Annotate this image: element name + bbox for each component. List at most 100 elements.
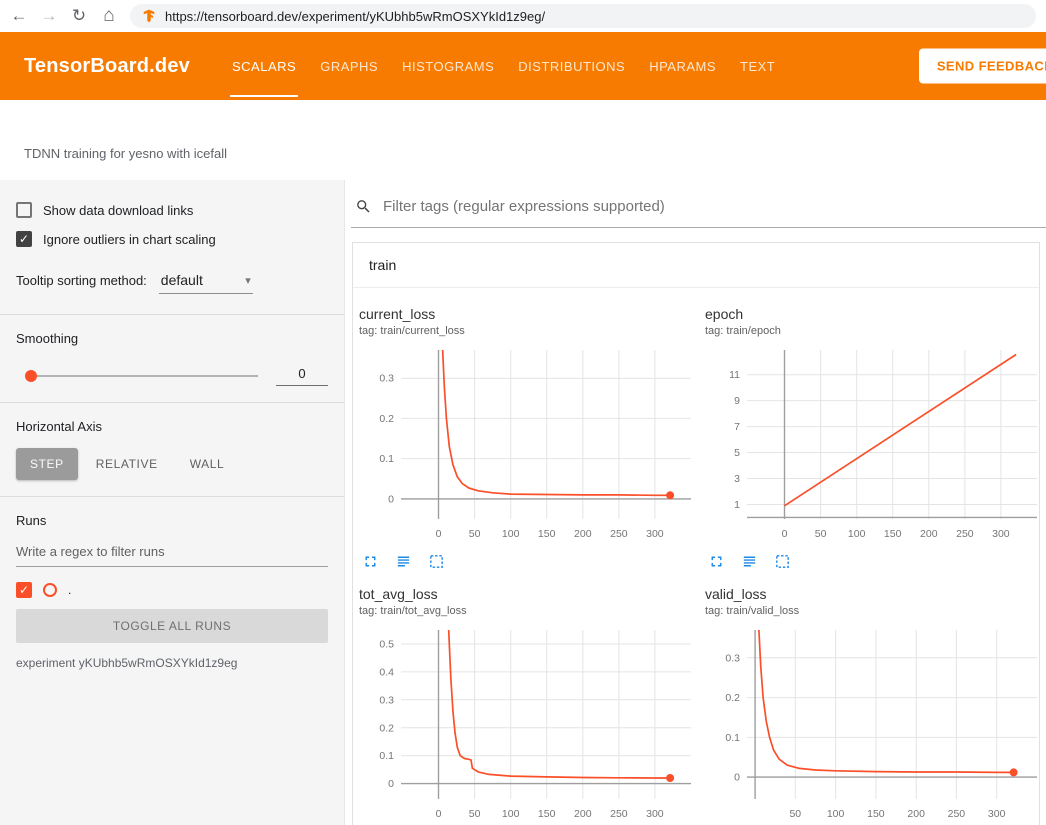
page-url: https://tensorboard.dev/experiment/yKUbh… <box>165 9 545 24</box>
svg-text:0.2: 0.2 <box>379 413 394 425</box>
svg-text:9: 9 <box>734 395 740 407</box>
chevron-down-icon: ▾ <box>245 274 251 287</box>
svg-text:250: 250 <box>948 808 966 820</box>
svg-text:100: 100 <box>502 528 520 540</box>
fullscreen-icon[interactable] <box>362 553 379 570</box>
chart-card-valid-loss: valid_loss tag: train/valid_loss 00.10.2… <box>705 586 1046 825</box>
runs-label: Runs <box>16 513 328 528</box>
chart-card-epoch: epoch tag: train/epoch 13579110501001502… <box>705 306 1046 570</box>
svg-text:11: 11 <box>729 369 740 381</box>
experiment-title-bar: TDNN training for yesno with icefall <box>0 100 1046 180</box>
svg-text:50: 50 <box>815 528 827 540</box>
charts-grid: current_loss tag: train/current_loss 0 0.… <box>353 288 1039 825</box>
chart-toolbar <box>359 545 705 570</box>
svg-text:7: 7 <box>734 421 740 433</box>
svg-text:50: 50 <box>469 808 481 820</box>
svg-text:0: 0 <box>734 772 740 784</box>
browser-toolbar: ← → ↻ ⌂ https://tensorboard.dev/experime… <box>0 0 1046 32</box>
search-icon <box>355 198 372 215</box>
show-download-links-label: Show data download links <box>43 203 193 218</box>
chart-tag: tag: train/valid_loss <box>705 605 1046 617</box>
horizontal-axis-label: Horizontal Axis <box>16 419 328 434</box>
tab-text[interactable]: TEXT <box>728 32 787 100</box>
axis-wall-button[interactable]: WALL <box>176 448 239 480</box>
divider <box>0 496 344 497</box>
ignore-outliers-checkbox[interactable]: ✓ <box>16 231 32 247</box>
tensorboard-favicon <box>142 9 156 23</box>
tab-hparams[interactable]: HPARAMS <box>637 32 728 100</box>
run-row[interactable]: ✓ . <box>16 582 328 598</box>
tooltip-sorting-select[interactable]: default ▾ <box>159 271 253 294</box>
svg-text:150: 150 <box>867 808 885 820</box>
fit-domain-icon[interactable] <box>774 553 791 570</box>
chart-title: current_loss <box>359 306 705 322</box>
smoothing-value[interactable]: 0 <box>276 366 328 386</box>
svg-text:0.2: 0.2 <box>379 722 394 734</box>
line-chart[interactable]: 00.10.20.3050100150200250300 <box>359 345 697 545</box>
svg-text:300: 300 <box>646 528 664 540</box>
ignore-outliers-label: Ignore outliers in chart scaling <box>43 232 216 247</box>
runs-filter-input[interactable] <box>16 536 328 567</box>
chart-card-current-loss: current_loss tag: train/current_loss 0 0.… <box>359 306 705 570</box>
svg-text:250: 250 <box>956 528 974 540</box>
show-download-links-row[interactable]: Show data download links <box>16 202 328 218</box>
tooltip-sorting-value: default <box>161 272 203 288</box>
svg-text:200: 200 <box>920 528 938 540</box>
run-color-swatch <box>43 583 57 597</box>
svg-text:0.4: 0.4 <box>379 666 394 678</box>
send-feedback-button[interactable]: SEND FEEDBACK <box>919 49 1046 84</box>
svg-text:0: 0 <box>436 528 442 540</box>
svg-text:0: 0 <box>388 778 394 790</box>
svg-text:0: 0 <box>436 808 442 820</box>
tab-histograms[interactable]: HISTOGRAMS <box>390 32 506 100</box>
chart-toolbar <box>705 545 1046 570</box>
back-icon[interactable]: ← <box>4 6 34 26</box>
svg-text:50: 50 <box>789 808 801 820</box>
tab-distributions[interactable]: DISTRIBUTIONS <box>506 32 637 100</box>
svg-text:100: 100 <box>827 808 845 820</box>
svg-text:200: 200 <box>574 808 592 820</box>
fit-domain-icon[interactable] <box>428 553 445 570</box>
home-icon[interactable]: ⌂ <box>94 5 124 27</box>
refresh-icon[interactable]: ↻ <box>64 6 94 26</box>
svg-text:100: 100 <box>848 528 866 540</box>
svg-text:300: 300 <box>988 808 1006 820</box>
line-chart[interactable]: 1357911050100150200250300 <box>705 345 1043 545</box>
tab-graphs[interactable]: GRAPHS <box>308 32 390 100</box>
address-bar[interactable]: https://tensorboard.dev/experiment/yKUbh… <box>130 4 1036 28</box>
fullscreen-icon[interactable] <box>708 553 725 570</box>
data-table-icon[interactable] <box>395 553 412 570</box>
svg-text:0.3: 0.3 <box>379 694 394 706</box>
app-logo: TensorBoard.dev <box>24 55 190 78</box>
svg-text:300: 300 <box>992 528 1010 540</box>
svg-text:250: 250 <box>610 528 628 540</box>
toggle-all-runs-button[interactable]: TOGGLE ALL RUNS <box>16 609 328 643</box>
svg-text:0: 0 <box>388 493 394 505</box>
tag-filter-input[interactable] <box>381 197 1046 216</box>
chart-tag: tag: train/current_loss <box>359 325 705 337</box>
run-checkbox[interactable]: ✓ <box>16 582 32 598</box>
smoothing-slider[interactable] <box>26 375 258 377</box>
main-panel: train current_loss tag: train/current_lo… <box>345 180 1046 825</box>
ignore-outliers-row[interactable]: ✓ Ignore outliers in chart scaling <box>16 231 328 247</box>
settings-sidebar: Show data download links ✓ Ignore outlie… <box>0 180 345 825</box>
axis-relative-button[interactable]: RELATIVE <box>82 448 172 480</box>
line-chart[interactable]: 00.10.20.30.40.5050100150200250300 <box>359 625 697 825</box>
show-download-links-checkbox[interactable] <box>16 202 32 218</box>
svg-text:0.1: 0.1 <box>379 750 394 762</box>
experiment-title: TDNN training for yesno with icefall <box>24 146 227 161</box>
svg-text:150: 150 <box>538 808 556 820</box>
forward-icon[interactable]: → <box>34 6 64 26</box>
line-chart[interactable]: 00.10.20.350100150200250300 <box>705 625 1043 825</box>
tag-group-title[interactable]: train <box>353 243 1039 288</box>
smoothing-label: Smoothing <box>16 331 328 346</box>
tab-scalars[interactable]: SCALARS <box>220 32 308 100</box>
data-table-icon[interactable] <box>741 553 758 570</box>
svg-text:0: 0 <box>782 528 788 540</box>
svg-text:1: 1 <box>734 499 740 511</box>
divider <box>0 314 344 315</box>
smoothing-slider-thumb[interactable] <box>25 370 37 382</box>
chart-title: epoch <box>705 306 1046 322</box>
tag-group-card: train current_loss tag: train/current_lo… <box>352 242 1040 825</box>
axis-step-button[interactable]: STEP <box>16 448 78 480</box>
